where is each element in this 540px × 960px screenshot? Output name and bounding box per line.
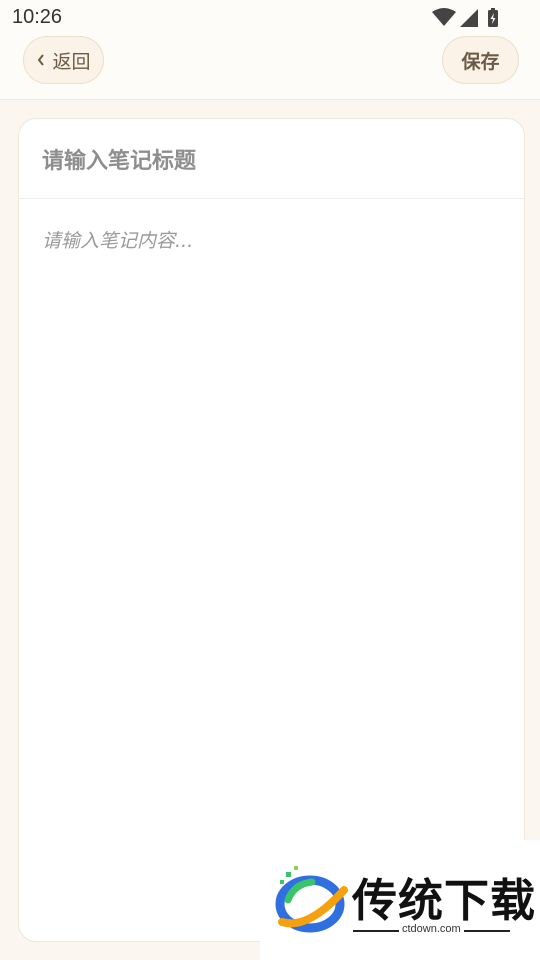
brand-logo bbox=[275, 866, 348, 933]
wifi-icon bbox=[432, 8, 456, 26]
chevron-left-icon bbox=[38, 54, 45, 66]
watermark-divider-right bbox=[464, 930, 510, 932]
watermark: 传统下载 ctdown.com bbox=[260, 840, 540, 960]
app-bar: 返回 保存 bbox=[0, 36, 540, 100]
note-editor-card: 请输入笔记标题 请输入笔记内容... bbox=[18, 118, 525, 942]
note-content-input[interactable]: 请输入笔记内容... bbox=[42, 226, 193, 253]
back-button[interactable]: 返回 bbox=[23, 36, 104, 84]
watermark-brand: 传统下载 bbox=[352, 874, 537, 927]
note-title-input[interactable]: 请输入笔记标题 bbox=[42, 143, 196, 175]
save-button[interactable]: 保存 bbox=[442, 36, 519, 84]
status-icons bbox=[432, 7, 502, 29]
battery-charging-icon bbox=[488, 8, 498, 27]
signal-icon bbox=[460, 9, 478, 27]
title-row: 请输入笔记标题 bbox=[19, 119, 524, 199]
watermark-url: ctdown.com bbox=[402, 923, 461, 935]
back-button-label: 返回 bbox=[52, 50, 91, 73]
status-time: 10:26 bbox=[12, 6, 63, 28]
watermark-divider-left bbox=[353, 930, 399, 932]
status-bar: 10:26 bbox=[0, 0, 540, 36]
